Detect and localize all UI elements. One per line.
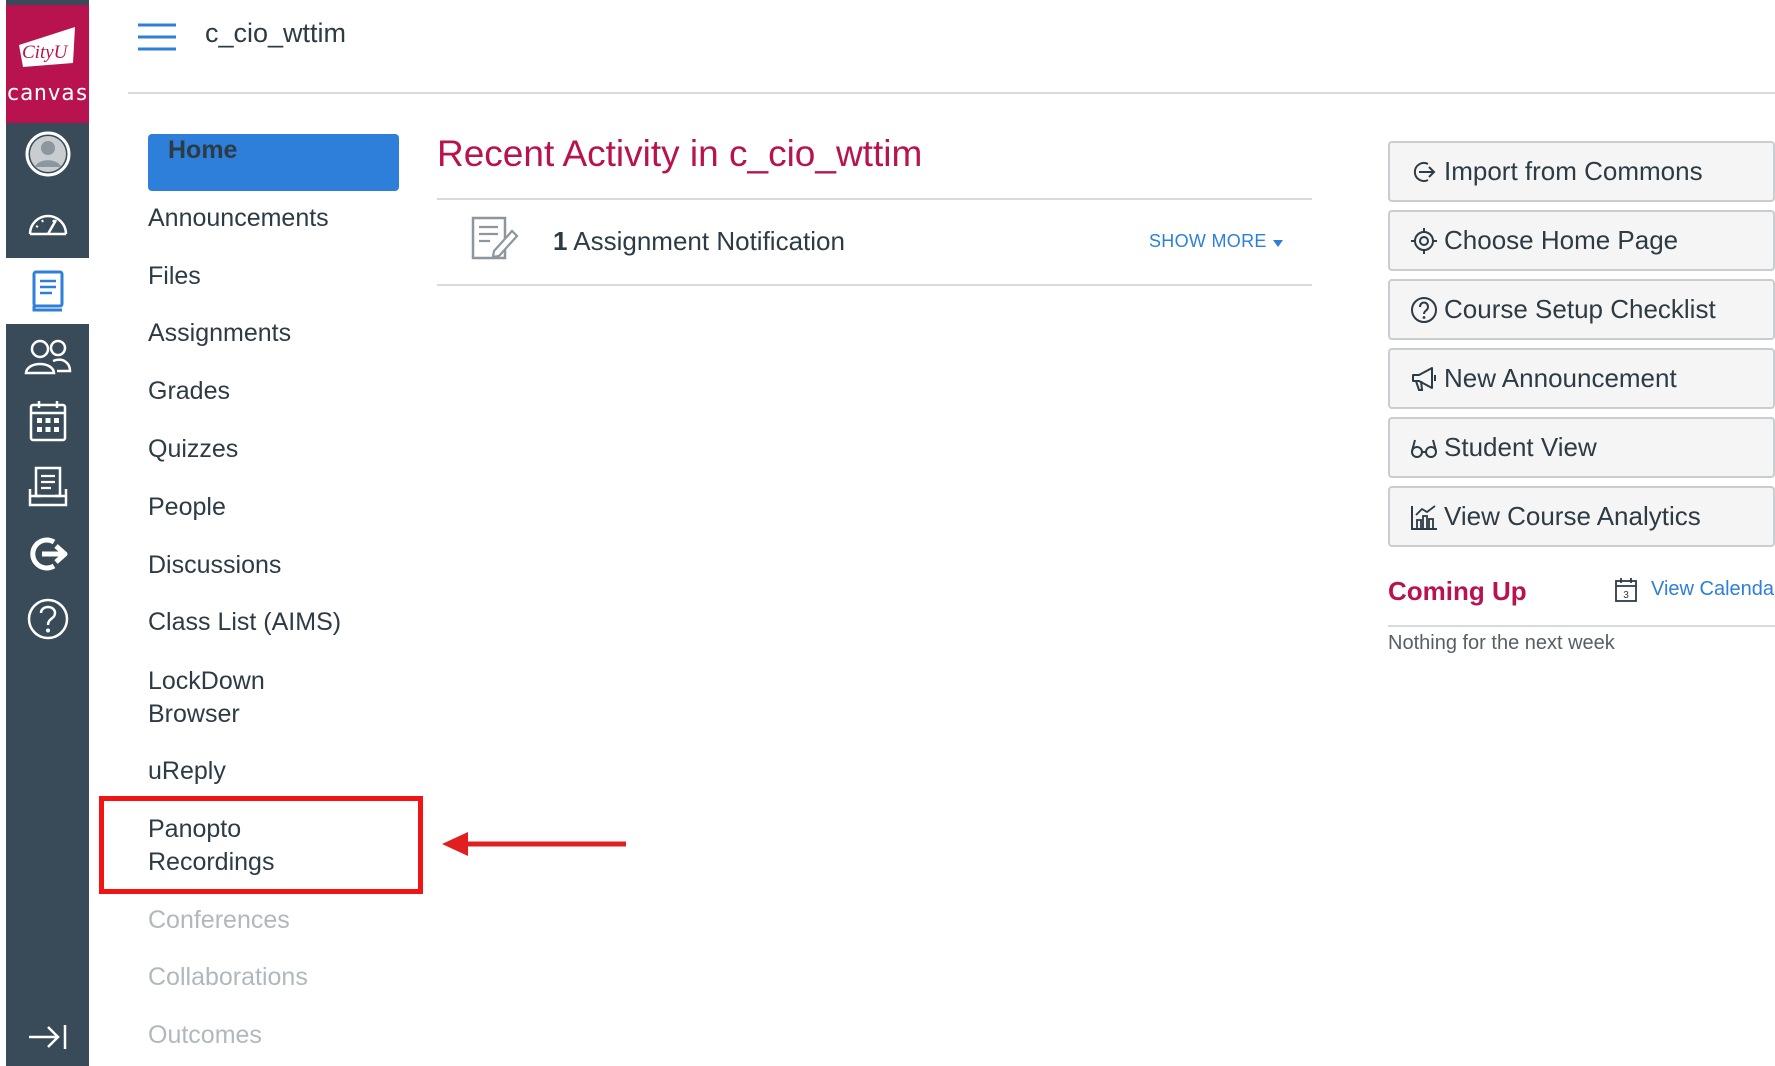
analytics-icon	[1411, 504, 1437, 530]
rail-help[interactable]	[6, 589, 89, 649]
cityu-canvas-logo[interactable]: CityU canvas	[6, 5, 89, 123]
course-nav-conferences[interactable]: Conferences	[148, 904, 290, 937]
nav-label-line: Browser	[148, 700, 240, 728]
choose-home-page-button[interactable]: Choose Home Page	[1388, 210, 1775, 271]
course-nav-people[interactable]: People	[148, 491, 226, 524]
assignment-icon	[471, 216, 519, 260]
button-label: View Course Analytics	[1444, 501, 1701, 531]
collapse-nav-icon	[28, 1025, 66, 1049]
course-setup-checklist-button[interactable]: Course Setup Checklist	[1388, 279, 1775, 340]
button-label: New Announcement	[1444, 363, 1677, 393]
calendar-icon	[29, 401, 66, 442]
svg-text:CityU: CityU	[22, 42, 69, 63]
view-course-analytics-button[interactable]: View Course Analytics	[1388, 486, 1775, 547]
show-more-link[interactable]: SHOW MORE	[1149, 231, 1267, 252]
calendar-icon[interactable]: 3	[1614, 577, 1638, 603]
button-label: Course Setup Checklist	[1444, 294, 1716, 324]
cityu-logo-mark: CityU	[19, 27, 75, 67]
course-nav-grades[interactable]: Grades	[148, 375, 230, 408]
course-nav-ureply[interactable]: uReply	[148, 755, 226, 788]
notification-count: 1	[553, 226, 568, 256]
courses-icon	[32, 270, 63, 312]
caret-down-icon[interactable]	[1272, 238, 1284, 248]
account-icon	[25, 131, 70, 177]
course-nav-announcements[interactable]: Announcements	[148, 202, 329, 235]
nav-label-line: LockDown	[148, 667, 265, 695]
course-nav-assignments[interactable]: Assignments	[148, 317, 291, 350]
course-nav-files[interactable]: Files	[148, 260, 201, 293]
rail-commons[interactable]	[6, 524, 89, 584]
button-label: Choose Home Page	[1444, 225, 1679, 255]
import-from-commons-button[interactable]: Import from Commons	[1388, 141, 1775, 202]
button-label: Student View	[1444, 432, 1597, 462]
rail-courses[interactable]	[6, 258, 89, 324]
rail-inbox[interactable]	[6, 457, 89, 517]
course-nav-discussions[interactable]: Discussions	[148, 549, 281, 582]
coming-up-title: Coming Up	[1388, 576, 1527, 606]
rail-collapse[interactable]	[6, 1012, 89, 1062]
hamburger-menu-icon[interactable]	[136, 22, 178, 52]
course-nav-class-list[interactable]: Class List (AIMS)	[148, 606, 341, 639]
rail-dashboard[interactable]	[6, 193, 89, 253]
highlight-box	[99, 796, 423, 894]
glasses-icon	[1411, 439, 1437, 458]
button-label: Import from Commons	[1444, 156, 1703, 186]
help-icon	[27, 598, 68, 640]
course-nav-home[interactable]: Home	[148, 134, 399, 191]
svg-text:3: 3	[1623, 590, 1629, 601]
rail-account[interactable]	[6, 124, 89, 184]
pointer-arrow-icon	[442, 832, 626, 856]
global-nav: CityU canvas	[6, 0, 89, 1066]
coming-up-empty-text: Nothing for the next week	[1388, 632, 1615, 654]
course-nav-lockdown-browser[interactable]: LockDown Browser	[148, 665, 265, 731]
megaphone-icon	[1412, 366, 1436, 391]
coming-up-divider	[1388, 625, 1775, 627]
rail-calendar[interactable]	[6, 391, 89, 451]
rail-groups[interactable]	[6, 327, 89, 387]
student-view-button[interactable]: Student View	[1388, 417, 1775, 478]
canvas-wordmark: canvas	[6, 81, 89, 106]
inbox-icon	[28, 466, 67, 507]
groups-icon	[24, 339, 71, 375]
course-nav-collaborations[interactable]: Collaborations	[148, 961, 308, 994]
recent-activity-title: Recent Activity in c_cio_wttim	[437, 133, 923, 174]
question-icon	[1411, 296, 1437, 323]
activity-divider	[437, 198, 1312, 200]
course-nav-outcomes[interactable]: Outcomes	[148, 1019, 262, 1052]
dashboard-icon	[28, 214, 67, 236]
commons-import-icon	[1413, 161, 1436, 182]
course-title[interactable]: c_cio_wttim	[205, 18, 346, 49]
activity-divider	[437, 284, 1312, 286]
header-divider	[128, 92, 1775, 94]
assignment-notification[interactable]: 1 Assignment Notification	[553, 226, 845, 257]
target-icon	[1411, 227, 1437, 254]
notification-label: Assignment Notification	[573, 226, 845, 256]
commons-icon	[29, 537, 67, 571]
view-calendar-link[interactable]: View Calendar	[1651, 578, 1775, 601]
course-nav-quizzes[interactable]: Quizzes	[148, 433, 238, 466]
new-announcement-button[interactable]: New Announcement	[1388, 348, 1775, 409]
